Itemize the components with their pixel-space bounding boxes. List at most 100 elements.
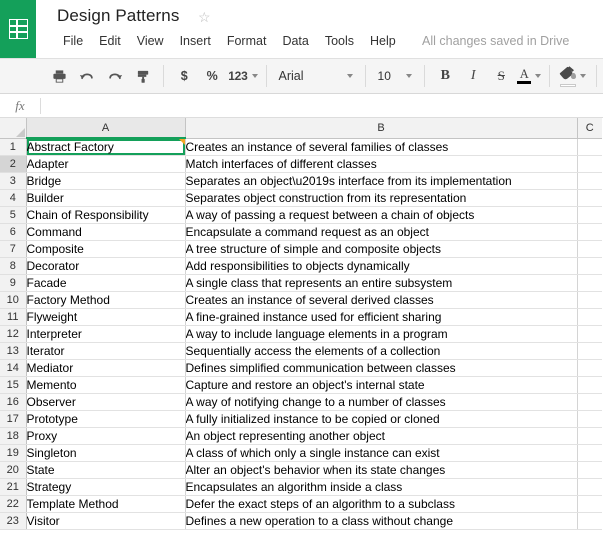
cell-C13[interactable] xyxy=(577,342,602,360)
column-header-a[interactable]: A xyxy=(26,118,186,139)
cell-C11[interactable] xyxy=(577,308,602,326)
cell-C4[interactable] xyxy=(577,189,602,207)
cell-A14[interactable]: Mediator xyxy=(26,359,186,377)
cell-B8[interactable]: Add responsibilities to objects dynamica… xyxy=(185,257,578,275)
cell-B16[interactable]: A way of notifying change to a number of… xyxy=(185,393,578,411)
cell-B23[interactable]: Defines a new operation to a class witho… xyxy=(185,512,578,530)
italic-button[interactable]: I xyxy=(461,64,485,88)
cell-B6[interactable]: Encapsulate a command request as an obje… xyxy=(185,223,578,241)
cell-C18[interactable] xyxy=(577,427,602,445)
menu-item-edit[interactable]: Edit xyxy=(91,32,129,50)
column-header-c[interactable]: C xyxy=(577,118,602,139)
cell-C8[interactable] xyxy=(577,257,602,275)
menu-item-data[interactable]: Data xyxy=(274,32,316,50)
cell-C16[interactable] xyxy=(577,393,602,411)
cell-B11[interactable]: A fine-grained instance used for efficie… xyxy=(185,308,578,326)
row-header-6[interactable]: 6 xyxy=(0,223,27,241)
row-header-1[interactable]: 1 xyxy=(0,138,27,156)
row-header-23[interactable]: 23 xyxy=(0,512,27,530)
cell-B20[interactable]: Alter an object's behavior when its stat… xyxy=(185,461,578,479)
cell-A1[interactable]: Abstract Factory xyxy=(26,138,186,156)
cell-A8[interactable]: Decorator xyxy=(26,257,186,275)
row-header-18[interactable]: 18 xyxy=(0,427,27,445)
cell-C21[interactable] xyxy=(577,478,602,496)
menu-item-view[interactable]: View xyxy=(129,32,172,50)
cell-A2[interactable]: Adapter xyxy=(26,155,186,173)
bold-button[interactable]: B xyxy=(433,64,457,88)
cell-C14[interactable] xyxy=(577,359,602,377)
cell-A6[interactable]: Command xyxy=(26,223,186,241)
percent-format-button[interactable]: % xyxy=(200,64,224,88)
cell-A20[interactable]: State xyxy=(26,461,186,479)
cell-A10[interactable]: Factory Method xyxy=(26,291,186,309)
row-header-4[interactable]: 4 xyxy=(0,189,27,207)
cell-A4[interactable]: Builder xyxy=(26,189,186,207)
cell-A9[interactable]: Facade xyxy=(26,274,186,292)
cell-A5[interactable]: Chain of Responsibility xyxy=(26,206,186,224)
row-header-5[interactable]: 5 xyxy=(0,206,27,224)
row-header-19[interactable]: 19 xyxy=(0,444,27,462)
row-header-11[interactable]: 11 xyxy=(0,308,27,326)
menu-item-format[interactable]: Format xyxy=(219,32,275,50)
cell-C17[interactable] xyxy=(577,410,602,428)
cell-B9[interactable]: A single class that represents an entire… xyxy=(185,274,578,292)
menu-item-file[interactable]: File xyxy=(55,32,91,50)
cell-B19[interactable]: A class of which only a single instance … xyxy=(185,444,578,462)
row-header-14[interactable]: 14 xyxy=(0,359,27,377)
cell-A18[interactable]: Proxy xyxy=(26,427,186,445)
currency-format-button[interactable]: $ xyxy=(172,64,196,88)
cell-A19[interactable]: Singleton xyxy=(26,444,186,462)
cell-C15[interactable] xyxy=(577,376,602,394)
sheets-logo[interactable] xyxy=(0,0,36,58)
font-family-select[interactable]: Arial xyxy=(272,64,358,88)
cell-B3[interactable]: Separates an object\u2019s interface fro… xyxy=(185,172,578,190)
cell-B10[interactable]: Creates an instance of several derived c… xyxy=(185,291,578,309)
cell-B1[interactable]: Creates an instance of several families … xyxy=(185,138,578,156)
cell-A15[interactable]: Memento xyxy=(26,376,186,394)
cell-C12[interactable] xyxy=(577,325,602,343)
number-format-button[interactable]: 123 xyxy=(228,64,258,88)
row-header-13[interactable]: 13 xyxy=(0,342,27,360)
menu-item-tools[interactable]: Tools xyxy=(317,32,362,50)
redo-icon[interactable] xyxy=(103,64,127,88)
cell-A23[interactable]: Visitor xyxy=(26,512,186,530)
row-header-3[interactable]: 3 xyxy=(0,172,27,190)
cell-A16[interactable]: Observer xyxy=(26,393,186,411)
cell-A17[interactable]: Prototype xyxy=(26,410,186,428)
cell-A12[interactable]: Interpreter xyxy=(26,325,186,343)
row-header-21[interactable]: 21 xyxy=(0,478,27,496)
cell-B17[interactable]: A fully initialized instance to be copie… xyxy=(185,410,578,428)
menu-item-insert[interactable]: Insert xyxy=(172,32,219,50)
cell-C23[interactable] xyxy=(577,512,602,530)
select-all-corner[interactable] xyxy=(0,118,27,139)
row-header-17[interactable]: 17 xyxy=(0,410,27,428)
row-header-12[interactable]: 12 xyxy=(0,325,27,343)
row-header-22[interactable]: 22 xyxy=(0,495,27,513)
cell-B12[interactable]: A way to include language elements in a … xyxy=(185,325,578,343)
cell-C6[interactable] xyxy=(577,223,602,241)
cell-C19[interactable] xyxy=(577,444,602,462)
cell-B13[interactable]: Sequentially access the elements of a co… xyxy=(185,342,578,360)
cell-B14[interactable]: Defines simplified communication between… xyxy=(185,359,578,377)
menu-item-help[interactable]: Help xyxy=(362,32,404,50)
cell-B21[interactable]: Encapsulates an algorithm inside a class xyxy=(185,478,578,496)
paint-format-icon[interactable] xyxy=(131,64,155,88)
cell-B22[interactable]: Defer the exact steps of an algorithm to… xyxy=(185,495,578,513)
cell-A3[interactable]: Bridge xyxy=(26,172,186,190)
cell-A7[interactable]: Composite xyxy=(26,240,186,258)
print-icon[interactable] xyxy=(47,64,71,88)
cell-C20[interactable] xyxy=(577,461,602,479)
cell-C9[interactable] xyxy=(577,274,602,292)
cell-A11[interactable]: Flyweight xyxy=(26,308,186,326)
text-color-button[interactable]: A xyxy=(517,64,542,88)
cell-B5[interactable]: A way of passing a request between a cha… xyxy=(185,206,578,224)
fill-color-button[interactable] xyxy=(558,64,588,88)
cell-C22[interactable] xyxy=(577,495,602,513)
function-icon[interactable]: fx xyxy=(0,98,40,114)
undo-icon[interactable] xyxy=(75,64,99,88)
page-title[interactable]: Design Patterns xyxy=(57,6,179,26)
cell-B18[interactable]: An object representing another object xyxy=(185,427,578,445)
row-header-8[interactable]: 8 xyxy=(0,257,27,275)
row-header-15[interactable]: 15 xyxy=(0,376,27,394)
cell-C1[interactable] xyxy=(577,138,602,156)
